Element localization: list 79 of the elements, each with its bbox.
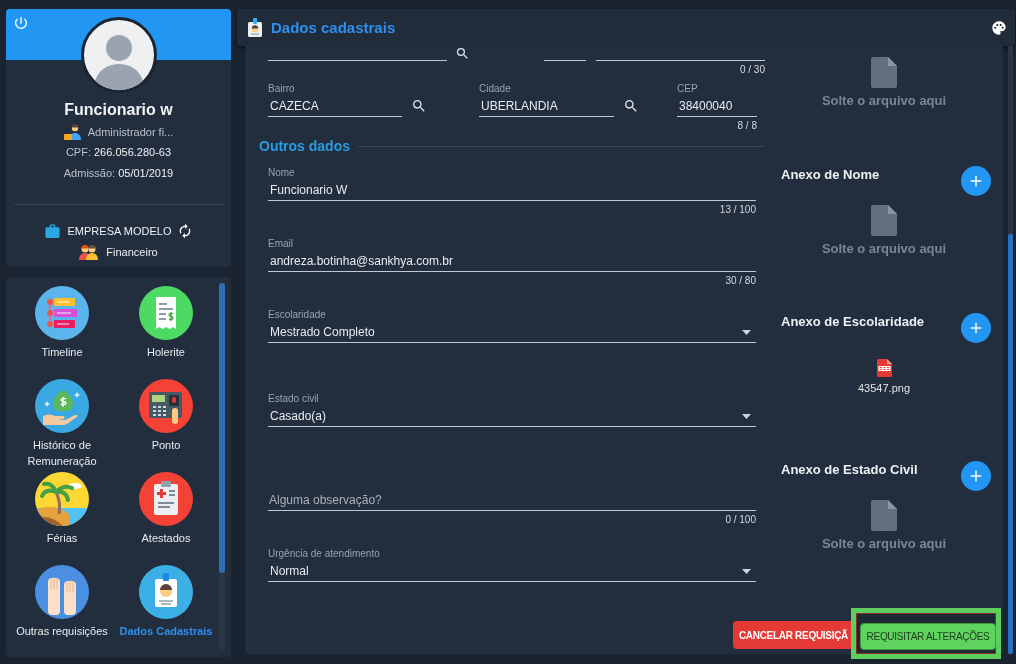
briefcase-icon [43, 222, 61, 240]
observation-field[interactable]: Alguma observação? [268, 490, 756, 511]
character-counter: 13 / 100 [719, 203, 756, 217]
cpf-label: CPF: [65, 145, 91, 159]
person-briefcase-icon [63, 124, 82, 140]
palette-button[interactable] [991, 19, 1007, 36]
employee-name: Funcionario w [64, 100, 173, 120]
caret-icon [742, 413, 751, 419]
search-icon[interactable] [411, 98, 427, 114]
drop-zone-text: Solte o arquivo aqui [821, 240, 947, 258]
keypad-device-icon [139, 379, 193, 433]
field-label: Nome [268, 166, 295, 180]
power-icon [13, 15, 29, 31]
role-text: Administrador fi... [87, 125, 174, 140]
submit-button[interactable]: REQUISITAR ALTERAÇÕES [860, 623, 996, 650]
people-icon [79, 244, 99, 260]
field-label: Escolaridade [268, 308, 326, 322]
text-field[interactable]: UBERLANDIA [479, 96, 614, 117]
character-counter: 30 / 80 [725, 274, 756, 288]
character-counter: 8 / 8 [737, 119, 757, 133]
menu-item[interactable]: Ponto [139, 379, 193, 453]
select-field[interactable]: Mestrado Completo [268, 322, 756, 343]
field-label: CEP [677, 82, 698, 96]
id-badge-icon [248, 18, 262, 37]
search-icon[interactable] [623, 98, 639, 114]
field-label: Estado civil [268, 392, 319, 406]
file-icon [871, 499, 897, 531]
menu-item[interactable]: Holerite [139, 286, 193, 360]
select-field[interactable]: Casado(a) [268, 406, 756, 427]
add-button[interactable] [961, 166, 991, 196]
power-button[interactable] [13, 15, 29, 31]
field-label: Cidade [479, 82, 511, 96]
menu-item[interactable]: Férias [35, 472, 89, 546]
text-field[interactable]: 38400040 [677, 96, 757, 117]
file-icon [871, 57, 897, 88]
field-label: Bairro [268, 82, 295, 96]
text-field[interactable]: andreza.botinha@sankhya.com.br [268, 251, 756, 272]
palm-tree-icon [35, 472, 89, 526]
field-label: Urgência de atendimento [268, 547, 380, 561]
id-badge-icon [139, 565, 193, 619]
menu-item[interactable]: Timeline [35, 286, 89, 360]
text-field[interactable]: CAZECA [268, 96, 402, 117]
admission-label: Admissão: [63, 166, 116, 180]
text-field[interactable]: Funcionario W [268, 180, 756, 201]
department-name: Financeiro [106, 245, 158, 260]
caret-icon [742, 568, 751, 574]
attachment-title: Anexo de Nome [781, 166, 880, 184]
menu-item[interactable]: Histórico de Remuneração [10, 379, 114, 469]
receipt-icon [139, 286, 193, 340]
company-name: EMPRESA MODELO [67, 224, 172, 239]
admission-date: 05/01/2019 [118, 166, 174, 180]
drop-zone-text: Solte o arquivo aqui [821, 534, 947, 553]
page-title: Dados cadastrais [271, 17, 396, 38]
raised-hands-icon [35, 565, 89, 619]
character-counter: 0 / 100 [725, 513, 756, 527]
avatar-icon [80, 17, 157, 93]
menu-item[interactable]: Outras requisições [16, 565, 108, 639]
cpf-value: 266.056.280-63 [94, 145, 172, 159]
attachment-title: Anexo de Estado Civil [781, 460, 918, 479]
file-icon [871, 205, 897, 236]
select-field[interactable]: Normal [268, 561, 756, 582]
add-button[interactable] [961, 460, 991, 491]
file-name: 43547.png [858, 381, 910, 397]
drop-zone-text: Solte o arquivo aqui [821, 92, 947, 110]
search-icon[interactable] [455, 46, 470, 61]
menu-item[interactable]: Atestados [139, 472, 193, 546]
money-bag-icon [35, 379, 89, 433]
attachment-title: Anexo de Escolaridade [781, 313, 925, 332]
cancel-button[interactable]: CANCELAR REQUISIÇÃ [732, 621, 851, 649]
image-file-icon [876, 359, 892, 378]
timeline-icon [35, 286, 89, 340]
medical-clipboard-icon [139, 472, 193, 526]
add-button[interactable] [961, 313, 991, 344]
character-counter: 0 / 30 [739, 63, 765, 77]
menu-item[interactable]: Dados Cadastrais [119, 565, 213, 639]
palette-icon [991, 19, 1007, 36]
caret-icon [742, 329, 751, 335]
field-label: Email [268, 237, 293, 251]
section-title: Outros dados [259, 137, 350, 156]
